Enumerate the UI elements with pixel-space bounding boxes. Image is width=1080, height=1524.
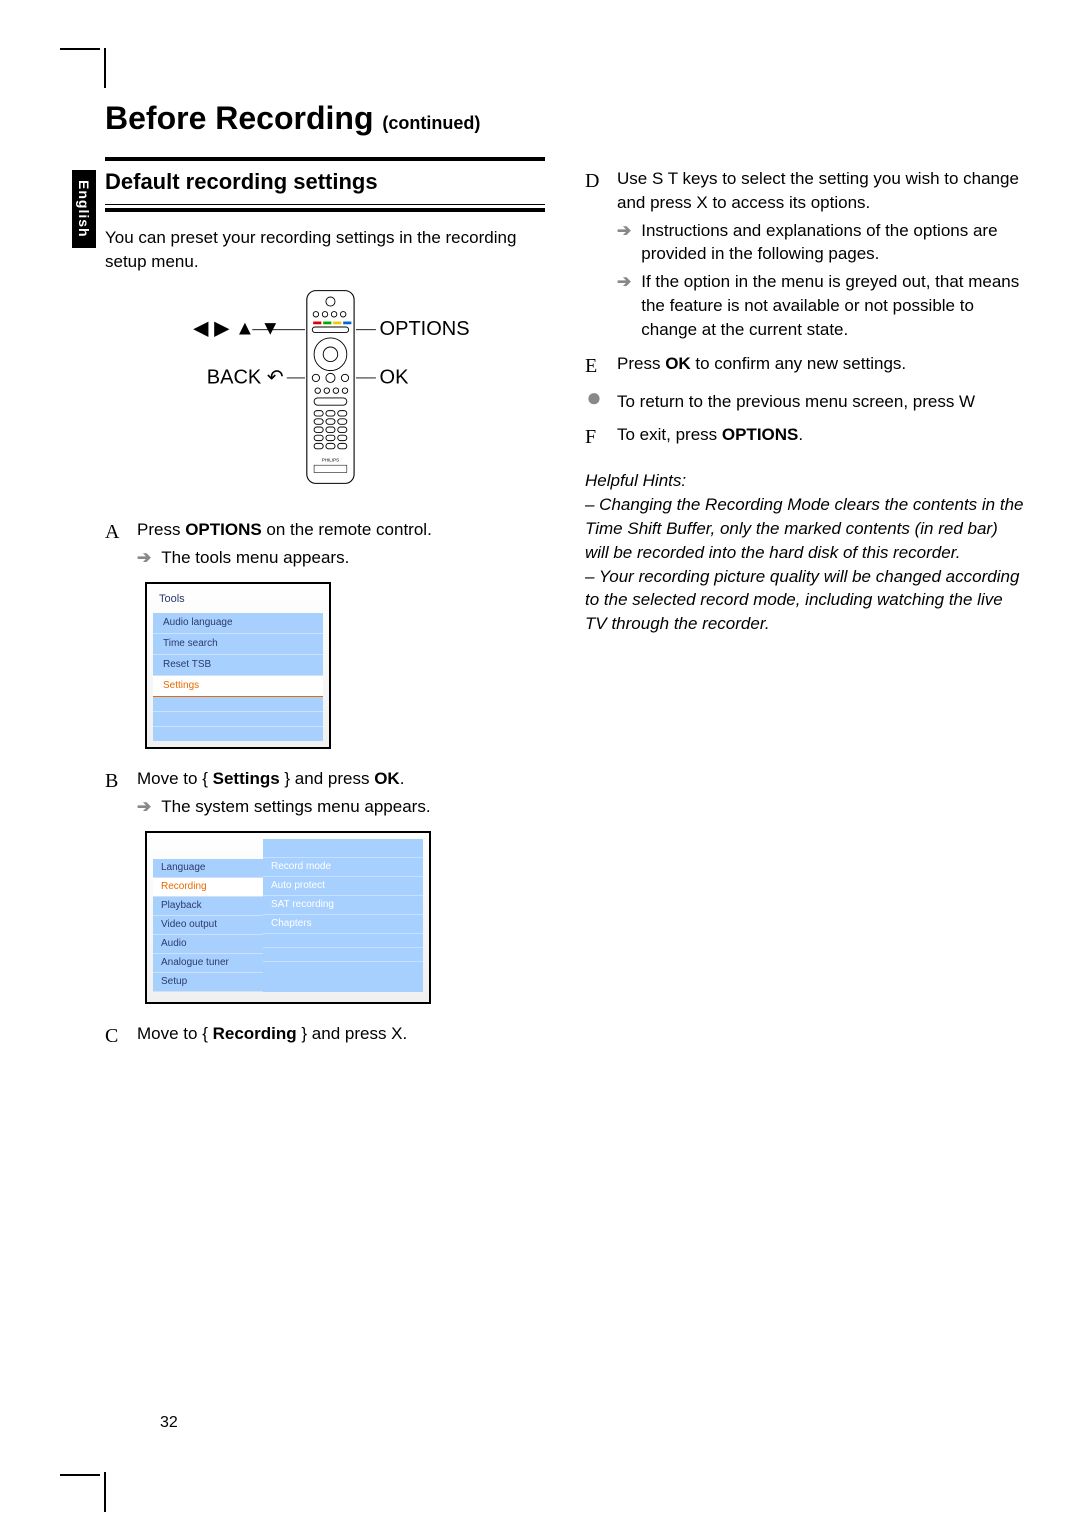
arrow-icon: ➔ [617,219,631,267]
step-letter: F [585,423,603,451]
step-a-prefix: Press [137,520,185,539]
step-c: C Move to { Recording } and press X. [105,1022,545,1050]
step-b-bold2: OK [374,769,400,788]
tools-menu-item: Reset TSB [153,655,323,676]
language-tab: English [72,170,96,248]
right-column: D Use S T keys to select the setting you… [585,157,1025,1060]
step-f-suffix: . [798,425,803,444]
tools-menu: Tools Audio language Time search Reset T… [145,582,331,749]
settings-left-header [153,839,263,859]
options-label: OPTIONS [380,319,470,341]
tools-menu-item-selected: Settings [153,676,323,697]
hints-1: – Changing the Recording Mode clears the… [585,493,1025,564]
step-d: D Use S T keys to select the setting you… [585,167,1025,342]
settings-right-item: SAT recording [263,896,423,915]
hints-heading: Helpful Hints: [585,469,1025,493]
settings-left-item: Playback [153,897,263,916]
step-letter: C [105,1022,123,1050]
step-d-line1: Use S T keys to select the setting you w… [617,167,1025,215]
bullet-text: To return to the previous menu screen, p… [617,390,975,414]
step-f-bold: OPTIONS [722,425,799,444]
step-b-suffix: . [400,769,405,788]
step-letter: E [585,352,603,380]
bullet-icon: ● [585,390,603,414]
step-b: B Move to { Settings } and press OK. ➔ Th… [105,767,545,819]
step-a-bold: OPTIONS [185,520,262,539]
arrow-icon: ➔ [137,546,151,570]
remote-diagram: PHILIPS ◀ ▶ ▲ ▼ OPTIONS BACK ↶ OK [175,287,475,487]
step-letter: B [105,767,123,819]
title-continued: (continued) [382,113,480,133]
step-f: F To exit, press OPTIONS. [585,423,1025,451]
settings-left-item-selected: Recording [153,878,263,897]
step-e-suffix: to confirm any new settings. [691,354,906,373]
step-b-prefix: Move to { [137,769,213,788]
tools-menu-item: Audio language [153,613,323,634]
step-letter: A [105,518,123,570]
hints-2: – Your recording picture quality will be… [585,565,1025,636]
settings-menu: Language Recording Playback Video output… [145,831,431,1004]
back-label: BACK ↶ [207,367,284,389]
step-b-bold: Settings [213,769,280,788]
title-main: Before Recording [105,100,373,136]
step-c-suffix: } and press X. [297,1024,408,1043]
tools-menu-item: Time search [153,634,323,655]
settings-right-header [263,839,423,858]
settings-right-item: Record mode [263,858,423,877]
arrow-icon: ➔ [617,270,631,341]
settings-left-item: Language [153,859,263,878]
step-d-sub1: Instructions and explanations of the opt… [641,219,1025,267]
settings-right-item: Auto protect [263,877,423,896]
step-d-sub2: If the option in the menu is greyed out,… [641,270,1025,341]
intro-text: You can preset your recording settings i… [105,226,545,274]
arrow-icon: ➔ [137,795,151,819]
step-a: A Press OPTIONS on the remote control. ➔… [105,518,545,570]
crop-mark [60,1474,100,1476]
page-number: 32 [160,1414,178,1432]
bullet-return: ● To return to the previous menu screen,… [585,390,1025,414]
crop-mark [104,48,106,88]
settings-left-item: Video output [153,916,263,935]
step-b-sub: The system settings menu appears. [161,795,430,819]
step-a-suffix: on the remote control. [262,520,432,539]
step-a-sub: The tools menu appears. [161,546,349,570]
page-content: Before Recording (continued) Default rec… [105,100,1025,1060]
settings-left-item: Setup [153,973,263,992]
tools-menu-title: Tools [153,590,323,613]
step-c-prefix: Move to { [137,1024,213,1043]
section-heading: Default recording settings [105,167,545,198]
step-e-bold: OK [665,354,691,373]
page-title: Before Recording (continued) [105,100,1025,137]
settings-left-item: Analogue tuner [153,954,263,973]
step-f-prefix: To exit, press [617,425,722,444]
ok-label: OK [380,367,410,389]
step-c-bold: Recording [213,1024,297,1043]
step-letter: D [585,167,603,342]
settings-right-item: Chapters [263,915,423,934]
step-b-mid: } and press [280,769,375,788]
crop-mark [104,1472,106,1512]
settings-left-item: Audio [153,935,263,954]
svg-text:PHILIPS: PHILIPS [322,458,339,463]
step-e: E Press OK to confirm any new settings. [585,352,1025,380]
crop-mark [60,48,100,50]
step-e-prefix: Press [617,354,665,373]
remote-figure: PHILIPS ◀ ▶ ▲ ▼ OPTIONS BACK ↶ OK [105,287,545,494]
left-column: Default recording settings You can prese… [105,157,545,1060]
arrows-label: ◀ ▶ ▲ ▼ [193,318,280,340]
